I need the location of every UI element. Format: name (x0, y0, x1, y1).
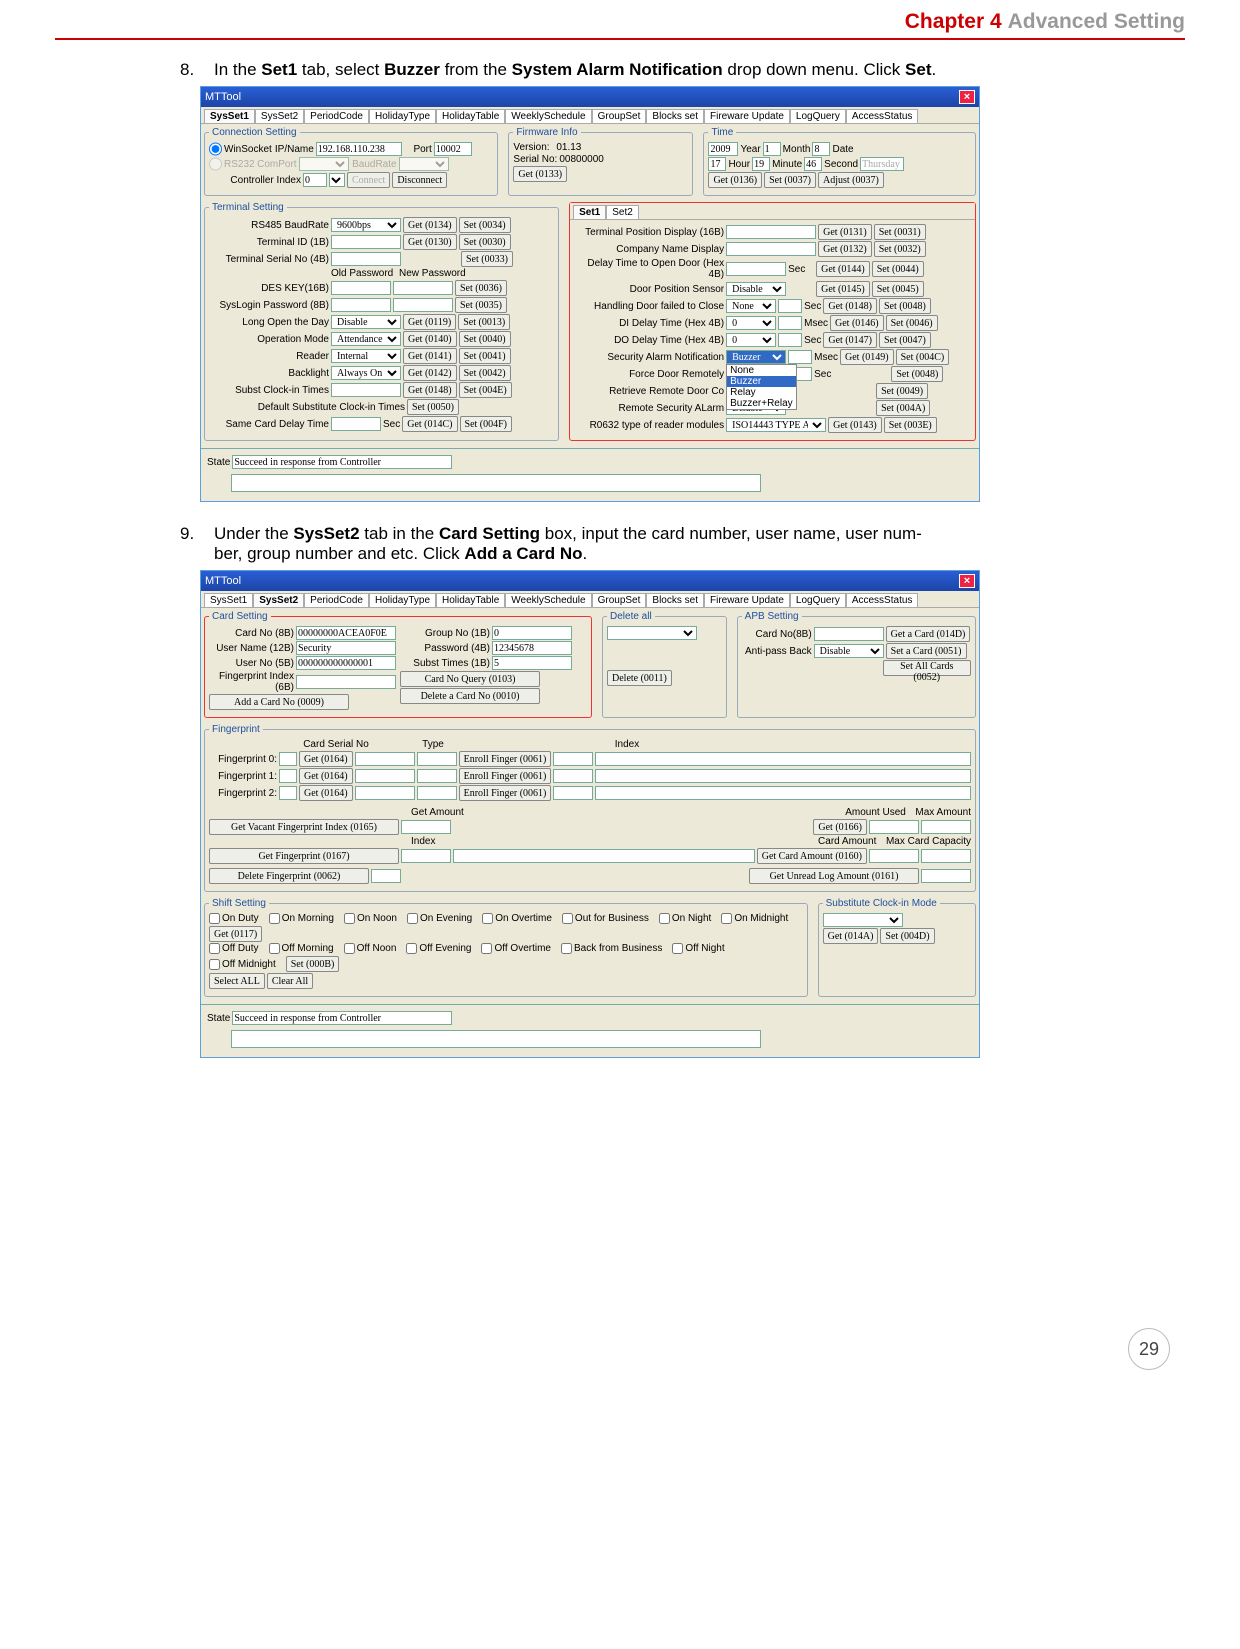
fw-legend: Firmware Info (513, 127, 580, 138)
baud-select[interactable] (399, 157, 449, 171)
disconnect-button[interactable]: Disconnect (392, 172, 447, 188)
step-no: 8. (180, 60, 214, 80)
fw-get-button[interactable]: Get (0133) (513, 166, 567, 182)
chapter-number: Chapter 4 (905, 10, 1002, 34)
add-card-button[interactable]: Add a Card No (0009) (209, 694, 349, 710)
connect-button[interactable]: Connect (347, 172, 390, 188)
tab-sysset1[interactable]: SysSet1 (204, 109, 255, 123)
win2-title: MTTool (205, 575, 241, 587)
comport-select[interactable] (299, 157, 349, 171)
tab-holidaytype[interactable]: HolidayType (369, 109, 436, 123)
tab-firewareupdate[interactable]: Fireware Update (704, 109, 790, 123)
conn-legend: Connection Setting (209, 127, 300, 138)
mttool-window-1: MTTool × SysSet1 SysSet2 PeriodCode Holi… (200, 86, 980, 502)
tab-groupset[interactable]: GroupSet (592, 109, 647, 123)
progress-input (231, 1030, 761, 1048)
tab-set1[interactable]: Set1 (573, 205, 606, 219)
port-input[interactable] (434, 142, 472, 156)
ip-input[interactable] (316, 142, 402, 156)
win2-tabs: SysSet1 SysSet2 PeriodCode HolidayType H… (201, 591, 979, 608)
chapter-title: Advanced Setting (1008, 10, 1185, 34)
step-9: 9. Under the SysSet2 tab in the Card Set… (180, 524, 1150, 564)
tab-holidaytable[interactable]: HolidayTable (436, 109, 505, 123)
step-8-text: In the Set1 tab, select Buzzer from the … (214, 60, 1150, 80)
rs232-radio[interactable] (209, 157, 222, 171)
step-no: 9. (180, 524, 214, 564)
progress-input (231, 474, 761, 492)
tab-set2[interactable]: Set2 (606, 205, 639, 219)
ctlidx-select[interactable] (329, 173, 345, 187)
time-legend: Time (708, 127, 736, 138)
page-number: 29 (0, 1328, 1240, 1400)
win1-tabs: SysSet1 SysSet2 PeriodCode HolidayType H… (201, 107, 979, 124)
tab-blocksset[interactable]: Blocks set (646, 109, 704, 123)
tab-periodcode[interactable]: PeriodCode (304, 109, 369, 123)
close-icon[interactable]: × (959, 574, 975, 588)
mttool-window-2: MTTool × SysSet1 SysSet2 PeriodCode Holi… (200, 570, 980, 1058)
close-icon[interactable]: × (959, 90, 975, 104)
tab-weeklyschedule[interactable]: WeeklySchedule (505, 109, 591, 123)
tab-logquery[interactable]: LogQuery (790, 109, 846, 123)
ctlidx-input[interactable] (303, 173, 327, 187)
term-legend: Terminal Setting (209, 202, 287, 213)
tab-accessstatus[interactable]: AccessStatus (846, 109, 919, 123)
header-rule (55, 38, 1185, 40)
step-9-text: Under the SysSet2 tab in the Card Settin… (214, 524, 1150, 564)
step-8: 8. In the Set1 tab, select Buzzer from t… (180, 60, 1150, 80)
tab-sysset2[interactable]: SysSet2 (255, 109, 304, 123)
winsocket-radio[interactable] (209, 142, 222, 156)
sa-select[interactable]: Buzzer None Buzzer Relay Buzzer+Relay (726, 350, 786, 364)
win1-title: MTTool (205, 91, 241, 103)
